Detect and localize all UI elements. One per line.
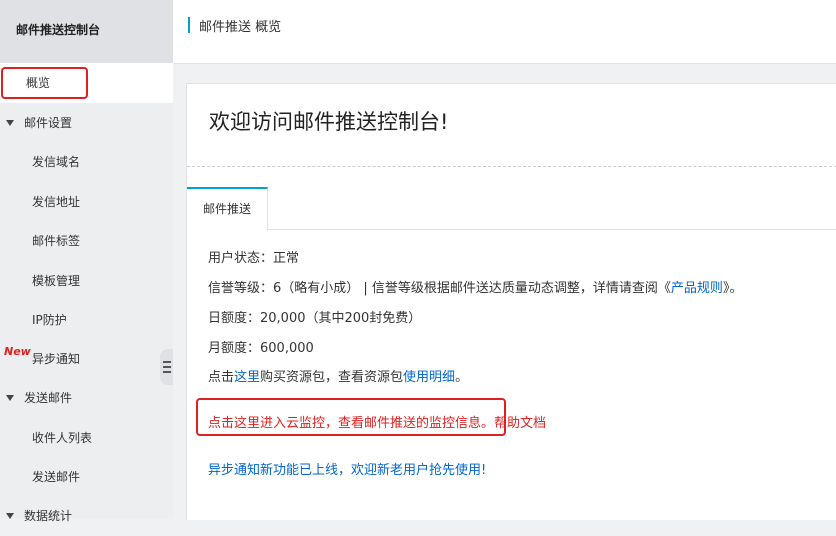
sidebar-item-sender-address[interactable]: 发信地址 [0,182,173,222]
sidebar-item-label: 邮件标签 [32,234,81,248]
usage-detail-link[interactable]: 使用明细 [403,370,455,385]
reputation-text: 信誉等级：6（略有小成） | 信誉等级根据邮件送达质量动态调整，详情请查阅《 [208,281,671,296]
monthly-quota: 月额度：600,000 [208,341,314,356]
caret-down-icon [6,395,14,401]
main-panel: 欢迎访问邮件推送控制台! 邮件推送 用户状态：正常 信誉等级：6（略有小成） |… [186,83,836,520]
breadcrumb-accent [188,17,190,33]
sidebar-item-label: 异步通知 [32,352,81,366]
user-status: 用户状态：正常 [208,251,300,266]
page-title: 欢迎访问邮件推送控制台! [209,110,449,134]
sidebar-item-label: 发送邮件 [32,470,81,484]
reputation-line: 信誉等级：6（略有小成） | 信誉等级根据邮件送达质量动态调整，详情请查阅《产品… [208,277,742,296]
sidebar-item-recipient-list[interactable]: 收件人列表 [0,418,173,458]
tab-divider [267,229,836,230]
highlight-box-overview [1,67,88,99]
breadcrumb: 邮件推送 概览 [199,20,282,35]
buy-middle: 购买资源包，查看资源包 [260,370,404,385]
sidebar-collapse-handle[interactable] [160,349,173,385]
divider [187,166,836,167]
sidebar-item-sender-domain[interactable]: 发信域名 [0,142,173,182]
resource-pack-line: 点击这里购买资源包，查看资源包使用明细。 [208,366,468,385]
reputation-suffix: 》。 [722,281,743,296]
caret-down-icon [6,513,14,519]
sidebar-item-ip-protection[interactable]: IP防护 [0,300,173,340]
menu-icon [163,361,171,373]
sidebar-item-label: 发送邮件 [24,391,73,405]
buy-suffix: 。 [455,370,469,385]
announcement-link[interactable]: 异步通知新功能已上线，欢迎新老用户抢先使用! [208,459,486,478]
sidebar-item-label: 发信域名 [32,155,81,169]
sidebar-item-label: 收件人列表 [32,431,93,445]
sidebar-item-label: 数据统计 [24,509,73,523]
daily-quota: 日额度：20,000（其中200封免费） [208,311,422,326]
sidebar-item-label: 发信地址 [32,195,81,209]
highlight-box-monitor [196,398,506,436]
sidebar-item-templates[interactable]: 模板管理 [0,261,173,301]
top-header: 邮件推送 概览 [173,0,836,64]
sidebar-item-label: IP防护 [32,313,67,327]
sidebar-item-label: 邮件设置 [24,116,73,130]
sidebar-item-mail-tags[interactable]: 邮件标签 [0,221,173,261]
buy-prefix: 点击 [208,370,235,385]
sidebar-item-async-notify[interactable]: 异步通知 [0,339,173,379]
caret-down-icon [6,120,14,126]
buy-here-link[interactable]: 这里 [234,370,260,385]
sidebar-group-statistics[interactable]: 数据统计 [0,496,173,536]
sidebar-item-send-mail[interactable]: 发送邮件 [0,457,173,497]
tab-mail-push[interactable]: 邮件推送 [187,187,268,231]
sidebar-group-send-mail[interactable]: 发送邮件 [0,378,173,418]
console-title: 邮件推送控制台 [0,0,173,63]
sidebar-item-label: 模板管理 [32,274,81,288]
product-rules-link[interactable]: 产品规则 [671,281,723,296]
sidebar-group-mail-settings[interactable]: 邮件设置 [0,103,173,143]
